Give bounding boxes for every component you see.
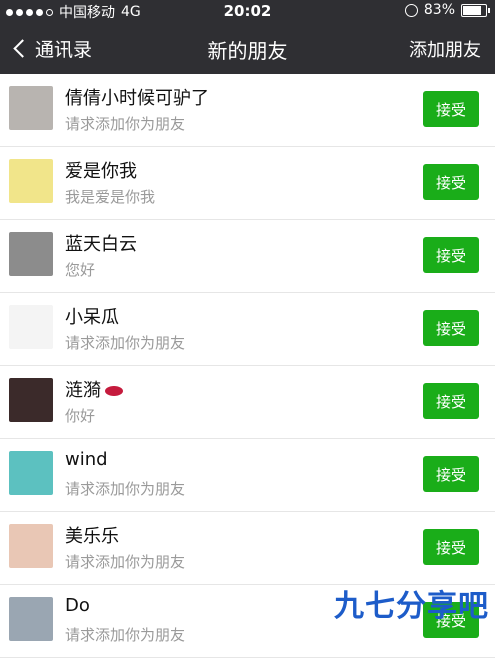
accept-button[interactable]: 接受 — [423, 237, 479, 273]
top-bar: 中国移动 4G 20:02 83% 通讯录 新的朋友 添加朋友 — [0, 0, 495, 74]
friend-request-list: 倩倩小时候可驴了 请求添加你为朋友 接受 爱是你我 我是爱是你我 接受 蓝天白云… — [0, 74, 495, 658]
request-message: 您好 — [65, 261, 96, 279]
lips-emoji-icon — [105, 386, 123, 396]
request-message: 请求添加你为朋友 — [65, 480, 186, 498]
list-item[interactable]: 美乐乐 请求添加你为朋友 接受 — [0, 512, 495, 585]
list-item[interactable]: 涟漪 你好 接受 — [0, 366, 495, 439]
list-item[interactable]: 倩倩小时候可驴了 请求添加你为朋友 接受 — [0, 74, 495, 147]
request-message: 请求添加你为朋友 — [65, 334, 186, 352]
list-item[interactable]: wind 请求添加你为朋友 接受 — [0, 439, 495, 512]
accept-button[interactable]: 接受 — [423, 310, 479, 346]
request-message: 请求添加你为朋友 — [65, 626, 186, 644]
request-message: 你好 — [65, 407, 96, 425]
request-message: 请求添加你为朋友 — [65, 553, 186, 571]
list-item[interactable]: 蓝天白云 您好 接受 — [0, 220, 495, 293]
list-item[interactable]: 爱是你我 我是爱是你我 接受 — [0, 147, 495, 220]
accept-button[interactable]: 接受 — [423, 91, 479, 127]
contact-name: wind — [65, 449, 108, 470]
status-right: 83% — [404, 2, 490, 18]
list-item[interactable]: 小呆瓜 请求添加你为朋友 接受 — [0, 293, 495, 366]
avatar — [9, 378, 53, 422]
contact-name: 倩倩小时候可驴了 — [65, 88, 209, 109]
request-message: 我是爱是你我 — [65, 188, 156, 206]
navigation-bar: 通讯录 新的朋友 添加朋友 — [0, 26, 495, 72]
avatar — [9, 305, 53, 349]
battery-percent: 83% — [423, 2, 455, 18]
avatar — [9, 159, 53, 203]
watermark-logo: 九七分享吧 — [334, 589, 489, 624]
accept-button[interactable]: 接受 — [423, 383, 479, 419]
contact-name: 美乐乐 — [65, 526, 119, 547]
contact-name: Do — [65, 595, 90, 616]
accept-button[interactable]: 接受 — [423, 456, 479, 492]
avatar — [9, 451, 53, 495]
avatar — [9, 86, 53, 130]
battery-icon — [461, 3, 490, 17]
status-bar: 中国移动 4G 20:02 83% — [0, 0, 495, 22]
contact-name: 小呆瓜 — [65, 307, 119, 328]
contact-name-wrap: 涟漪 — [65, 376, 123, 402]
avatar — [9, 232, 53, 276]
accept-button[interactable]: 接受 — [423, 164, 479, 200]
avatar — [9, 597, 53, 641]
contact-name: 涟漪 — [65, 380, 101, 401]
avatar — [9, 524, 53, 568]
add-friend-button[interactable]: 添加朋友 — [409, 36, 481, 62]
contact-name: 蓝天白云 — [65, 234, 137, 255]
contact-name: 爱是你我 — [65, 161, 137, 182]
accept-button[interactable]: 接受 — [423, 529, 479, 565]
request-message: 请求添加你为朋友 — [65, 115, 186, 133]
rotation-lock-icon — [404, 3, 418, 17]
